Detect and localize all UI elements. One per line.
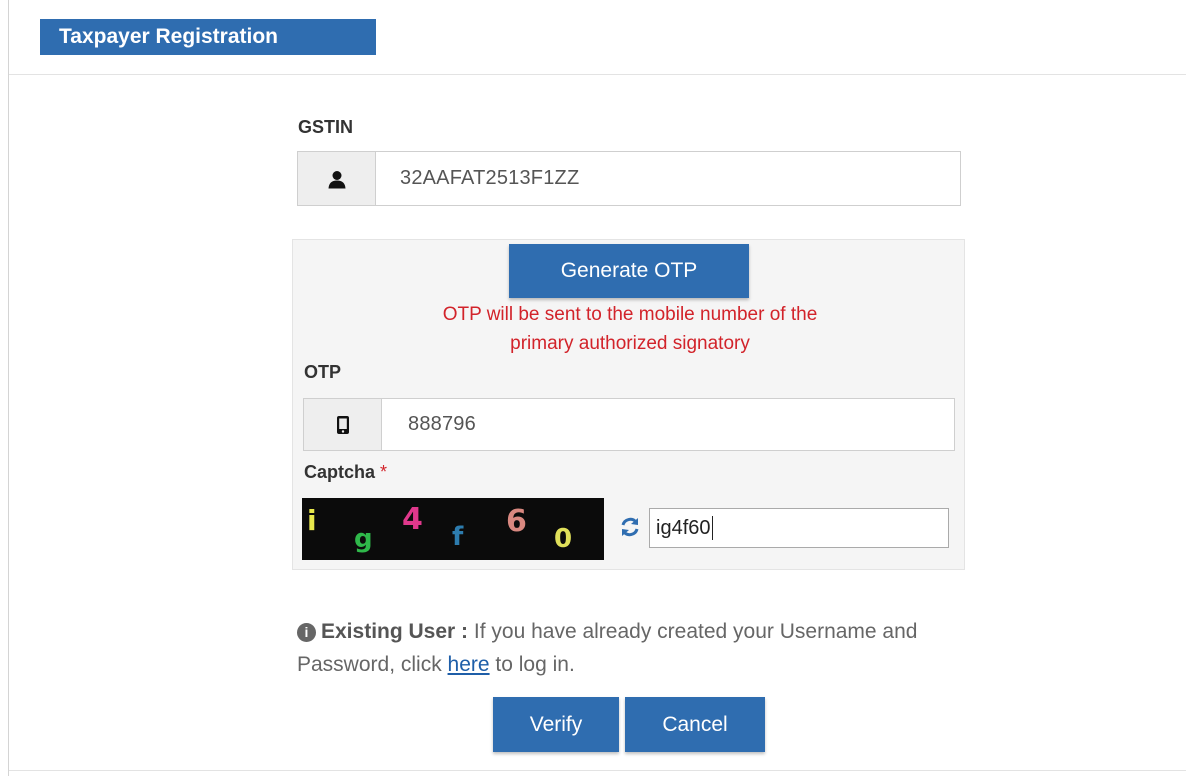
footer-divider [9, 770, 1186, 771]
gstin-input[interactable]: 32AAFAT2513F1ZZ [400, 152, 579, 205]
captcha-char: g [354, 524, 373, 554]
captcha-image: i g 4 f 6 0 [302, 498, 604, 560]
captcha-char: 4 [402, 502, 423, 537]
captcha-char: f [452, 522, 464, 552]
existing-user-notice: i Existing User : If you have already cre… [297, 615, 977, 681]
captcha-char: 6 [506, 504, 527, 539]
captcha-label: Captcha * [304, 462, 387, 483]
otp-notice-line-1: OTP will be sent to the mobile number of… [442, 304, 818, 325]
captcha-input[interactable]: ig4f60 [649, 508, 949, 548]
captcha-input-value: ig4f60 [656, 516, 711, 539]
generate-otp-button[interactable]: Generate OTP [509, 244, 749, 298]
gstin-label: GSTIN [298, 117, 354, 137]
user-icon [298, 152, 376, 205]
existing-user-text-end: to log in. [495, 653, 575, 676]
captcha-char: 0 [554, 524, 573, 554]
mobile-icon [304, 399, 382, 450]
page-border [8, 0, 9, 776]
gstin-field[interactable]: 32AAFAT2513F1ZZ [297, 151, 961, 206]
otp-label: OTP [304, 362, 342, 382]
otp-input[interactable]: 888796 [408, 399, 476, 450]
refresh-icon[interactable] [617, 514, 643, 540]
otp-notice: OTP will be sent to the mobile number of… [330, 300, 930, 358]
text-cursor [711, 516, 713, 540]
captcha-label-text: Captcha [304, 462, 376, 482]
info-icon: i [297, 623, 316, 642]
existing-user-heading: Existing User : [321, 620, 469, 643]
verify-button[interactable]: Verify [493, 697, 619, 752]
header-divider [9, 74, 1186, 75]
captcha-char: i [307, 504, 317, 537]
page-title: Taxpayer Registration [40, 19, 376, 55]
required-asterisk: * [380, 462, 388, 482]
otp-notice-line-2: primary authorized signatory [510, 333, 750, 354]
cancel-button[interactable]: Cancel [625, 697, 765, 752]
otp-field[interactable]: 888796 [303, 398, 955, 451]
login-link[interactable]: here [448, 653, 490, 676]
